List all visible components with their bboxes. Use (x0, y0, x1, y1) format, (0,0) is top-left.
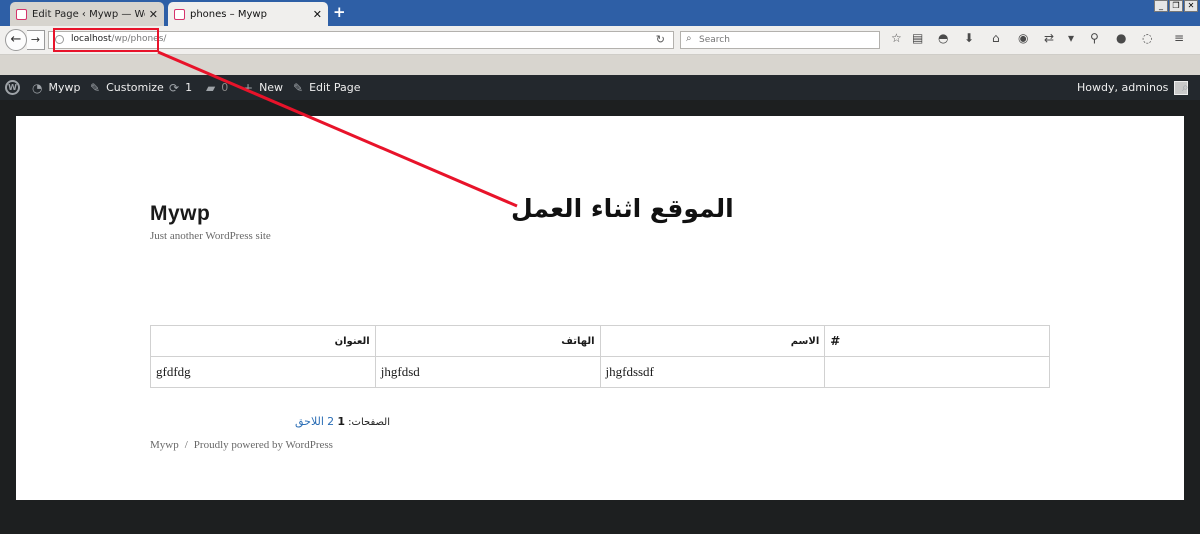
toolbar-icons: ☆ ▤ ◓ ⬇ ⌂ ◉ ⇄ ▾ ⚲ ● ◌ ≡ (888, 31, 1198, 49)
admin-bar-new[interactable]: + New (243, 75, 283, 100)
back-button[interactable]: ← (5, 29, 27, 51)
sync-icon[interactable]: ◉ (1018, 31, 1028, 45)
plus-icon: + (243, 80, 254, 95)
site-footer: Mywp / Proudly powered by WordPress (150, 439, 333, 451)
restore-button[interactable]: ❐ (1169, 0, 1183, 12)
updates-count: 1 (185, 81, 193, 94)
comments-count: 0 (221, 81, 229, 94)
site-description: Just another WordPress site (150, 230, 271, 242)
admin-bar-updates[interactable]: ⟳ 1 (169, 75, 192, 100)
search-input[interactable] (699, 33, 869, 46)
page-content: Mywp Just another WordPress site الموقع … (16, 116, 1184, 500)
bookmarks-bar (0, 55, 1200, 75)
edit-page-label: Edit Page (309, 81, 361, 94)
phones-table: العنوان الهاتف الاسم # gfdfdg jhgfdsd jh… (150, 325, 1050, 388)
header-number: # (824, 325, 1050, 357)
close-icon[interactable]: ✕ (149, 8, 158, 21)
pagination-page-2-link[interactable]: 2 (327, 415, 334, 428)
wordpress-logo-icon[interactable]: W (5, 80, 20, 95)
brush-icon: ✎ (90, 80, 101, 95)
window-controls: _ ❐ ✕ (1154, 0, 1198, 12)
chevron-down-icon[interactable]: ▾ (1068, 31, 1074, 45)
search-box[interactable]: ⌕ (680, 31, 880, 49)
browser-tab-strip: Edit Page ‹ Mywp — WordPress ✕ phones – … (0, 0, 1200, 26)
howdy-label: Howdy, adminos (1077, 81, 1169, 94)
header-phone: الهاتف (374, 325, 601, 357)
site-title[interactable]: Mywp (150, 202, 210, 226)
tab-edit-page[interactable]: Edit Page ‹ Mywp — WordPress ✕ (10, 2, 164, 26)
wordpress-favicon-icon (16, 8, 27, 20)
footer-powered-link[interactable]: Proudly powered by WordPress (194, 439, 333, 451)
dashboard-icon: ◔ (32, 80, 43, 95)
admin-bar-comments[interactable]: ▰ 0 (206, 75, 228, 100)
pagination: الصفحات: 1 2 اللاحق (150, 415, 390, 428)
site-name-label: Mywp (48, 81, 81, 94)
new-tab-button[interactable]: + (333, 3, 346, 21)
minimize-button[interactable]: _ (1154, 0, 1168, 12)
tool-icon[interactable]: ⚲ (1090, 31, 1099, 45)
history-buttons: ← → (5, 29, 45, 51)
admin-bar-search[interactable]: ⌕ (1182, 75, 1195, 100)
reload-icon[interactable]: ↻ (656, 33, 665, 46)
forward-button[interactable]: → (27, 30, 45, 50)
addon-icon[interactable]: ◌ (1142, 31, 1152, 45)
annotation-label: الموقع اثناء العمل (511, 194, 734, 223)
extension-icon[interactable]: ⇄ (1044, 31, 1054, 45)
table-row: gfdfdg jhgfdsd jhgfdssdf (150, 356, 1050, 388)
updates-icon: ⟳ (169, 80, 180, 95)
header-name: الاسم (599, 325, 826, 357)
search-icon: ⌕ (1182, 80, 1189, 94)
close-window-button[interactable]: ✕ (1184, 0, 1198, 12)
pagination-label: الصفحات: (348, 417, 390, 428)
comment-icon: ▰ (206, 80, 216, 95)
footer-separator: / (184, 439, 188, 451)
pencil-icon: ✎ (293, 80, 304, 95)
cell-address: gfdfdg (150, 356, 376, 388)
pocket-icon[interactable]: ◓ (938, 31, 948, 45)
wordpress-favicon-icon (174, 8, 185, 20)
search-icon: ⌕ (686, 33, 692, 44)
admin-bar-account[interactable]: Howdy, adminos (1077, 75, 1189, 100)
browser-navigation-bar: ← → localhost/wp/phones/ ↻ ⌕ ☆ ▤ ◓ ⬇ ⌂ ◉… (0, 26, 1200, 55)
url-highlight-box (53, 28, 159, 52)
cell-name: jhgfdssdf (599, 356, 826, 388)
customize-label: Customize (106, 81, 164, 94)
admin-bar-site[interactable]: ◔ Mywp (32, 75, 80, 100)
admin-bar-edit-page[interactable]: ✎ Edit Page (293, 75, 361, 100)
tab-phones[interactable]: phones – Mywp ✕ (168, 2, 328, 26)
close-icon[interactable]: ✕ (313, 8, 322, 21)
tab-label: phones – Mywp (190, 8, 267, 20)
tab-label: Edit Page ‹ Mywp — WordPress (32, 8, 145, 20)
header-address: العنوان (150, 325, 376, 357)
bookmark-star-icon[interactable]: ☆ (891, 31, 902, 45)
footer-site-link[interactable]: Mywp (150, 439, 179, 451)
table-header-row: العنوان الهاتف الاسم # (150, 325, 1050, 357)
pagination-current: 1 (337, 415, 345, 428)
admin-bar-customize[interactable]: ✎ Customize (90, 75, 164, 100)
chat-icon[interactable]: ● (1116, 31, 1126, 45)
bookmarks-list-icon[interactable]: ▤ (912, 31, 923, 45)
cell-phone: jhgfdsd (374, 356, 601, 388)
cell-number (824, 356, 1050, 388)
download-icon[interactable]: ⬇ (964, 31, 974, 45)
menu-icon[interactable]: ≡ (1174, 31, 1184, 45)
wp-admin-bar: W ◔ Mywp ✎ Customize ⟳ 1 ▰ 0 + New ✎ Edi… (0, 75, 1200, 100)
new-label: New (259, 81, 284, 94)
pagination-next-link[interactable]: اللاحق (295, 415, 324, 428)
home-icon[interactable]: ⌂ (992, 31, 1000, 45)
